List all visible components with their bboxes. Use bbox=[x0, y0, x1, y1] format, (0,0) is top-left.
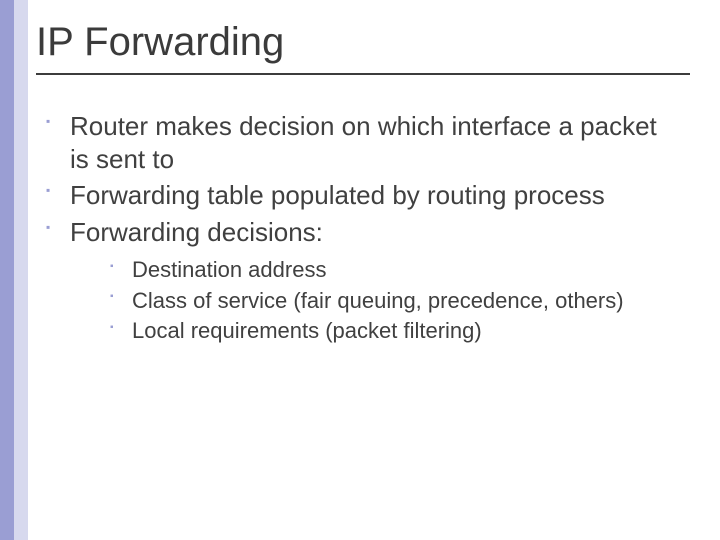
list-item: Forwarding table populated by routing pr… bbox=[40, 179, 680, 212]
title-area: IP Forwarding bbox=[36, 20, 690, 75]
sub-bullet-text: Destination address bbox=[132, 257, 326, 282]
sub-bullet-text: Local requirements (packet filtering) bbox=[132, 318, 482, 343]
sub-bullet-list: Destination address Class of service (fa… bbox=[70, 256, 680, 346]
sidebar-dark bbox=[0, 0, 14, 540]
list-item: Destination address bbox=[106, 256, 680, 285]
title-rule bbox=[36, 73, 690, 75]
bullet-text: Router makes decision on which interface… bbox=[70, 111, 657, 174]
list-item: Class of service (fair queuing, preceden… bbox=[106, 287, 680, 316]
slide-body: Router makes decision on which interface… bbox=[40, 110, 680, 350]
bullet-text: Forwarding table populated by routing pr… bbox=[70, 180, 605, 210]
sub-bullet-text: Class of service (fair queuing, preceden… bbox=[132, 288, 624, 313]
list-item: Router makes decision on which interface… bbox=[40, 110, 680, 175]
bullet-list: Router makes decision on which interface… bbox=[40, 110, 680, 346]
list-item: Local requirements (packet filtering) bbox=[106, 317, 680, 346]
bullet-text: Forwarding decisions: bbox=[70, 217, 323, 247]
slide-title: IP Forwarding bbox=[36, 20, 690, 65]
slide: IP Forwarding Router makes decision on w… bbox=[0, 0, 720, 540]
list-item: Forwarding decisions: Destination addres… bbox=[40, 216, 680, 346]
